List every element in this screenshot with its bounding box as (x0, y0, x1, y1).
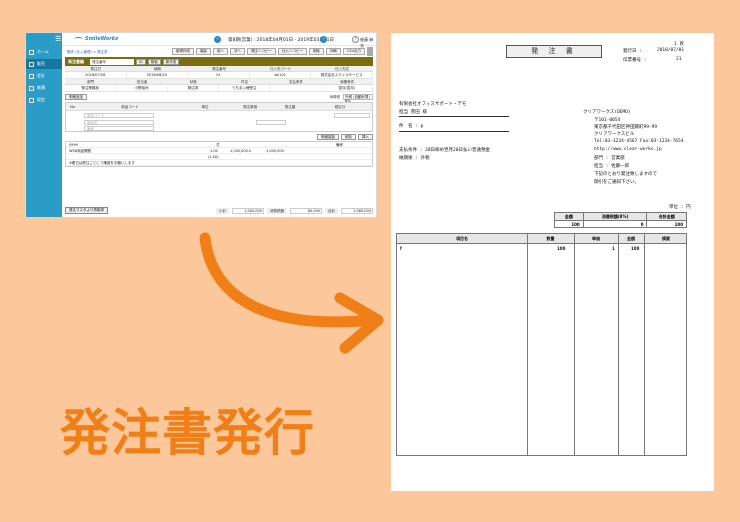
col-unit-price: 単価 (592, 236, 600, 241)
col-note: 摘要 (662, 236, 670, 241)
issue-date-label: 発行日 : (623, 49, 642, 54)
sender-address-1: 東京都千代田区神田錦町99-99 (594, 125, 658, 130)
item-table: 項目名 数量 単価 金額 摘要 f 100 1 100 (396, 233, 687, 456)
summary-total: 100 (646, 220, 687, 228)
voucher-number-label: 伝票番号 : (623, 58, 647, 63)
recipient-person: 担当 菅田 様 (399, 110, 427, 115)
col-item-name: 項目名 (456, 236, 468, 241)
item-quantity-cell: 100 (557, 246, 566, 251)
summary-tax-header: 消費税額(8%) (582, 212, 648, 221)
voucher-number: 21 (676, 57, 682, 62)
item-amount-cell: 100 (631, 246, 640, 251)
col-quantity: 数量 (546, 236, 555, 241)
sender-department: 部門 : 営業部 (594, 156, 625, 161)
summary-table: 金額 消費税額(8%) 合計金額 100 0 100 (554, 212, 687, 228)
document-title: 発 注 書 (506, 45, 602, 58)
caption-title: 発注書発行 (60, 404, 315, 462)
summary-amount-header: 金額 (554, 212, 584, 221)
sender-address-2: クリアワークスビル (594, 132, 635, 137)
payment-terms: 支払条件 : 20日締め翌月20日払い普通預金 (399, 148, 490, 153)
sender-phone: Tel:03-1234-4567 Fax:03-1234-7654 (594, 139, 684, 144)
page-number: 1 頁 (674, 42, 684, 47)
issue-date: 2018/07/01 (657, 48, 685, 53)
unit-note: 単位 : 円 (669, 205, 691, 210)
message-line-1: 下記のとおり発注致しますので (594, 172, 657, 177)
message-line-2: 御引をご通知下さい。 (594, 180, 639, 185)
item-name-cell: f (400, 246, 402, 251)
purchase-order-document: 1 頁 発 注 書 発行日 : 2018/07/01 伝票番号 : 21 有限会… (391, 33, 714, 491)
recipient-underline (399, 116, 509, 117)
sender-url: http://www.clear-works.jp (594, 147, 662, 152)
recipient-company: 有限会社オフィスサポート・デモ (399, 102, 467, 107)
subject-line: 件 名 : p (399, 124, 424, 129)
summary-tax: 0 (582, 220, 648, 228)
summary-amount: 100 (554, 220, 584, 228)
subject-underline (399, 131, 509, 132)
sender-staff: 担当 : 佐藤一郎 (594, 164, 630, 169)
col-amount: 金額 (627, 236, 635, 241)
summary-total-header: 合計金額 (646, 212, 687, 221)
delivery-terms: 納期後 : 外税 (399, 156, 430, 161)
item-unit-price-cell: 1 (612, 246, 615, 251)
sender-zip: 〒101-0054 (594, 118, 621, 123)
sender-company: クリアワークス(DEMO) (583, 110, 631, 115)
